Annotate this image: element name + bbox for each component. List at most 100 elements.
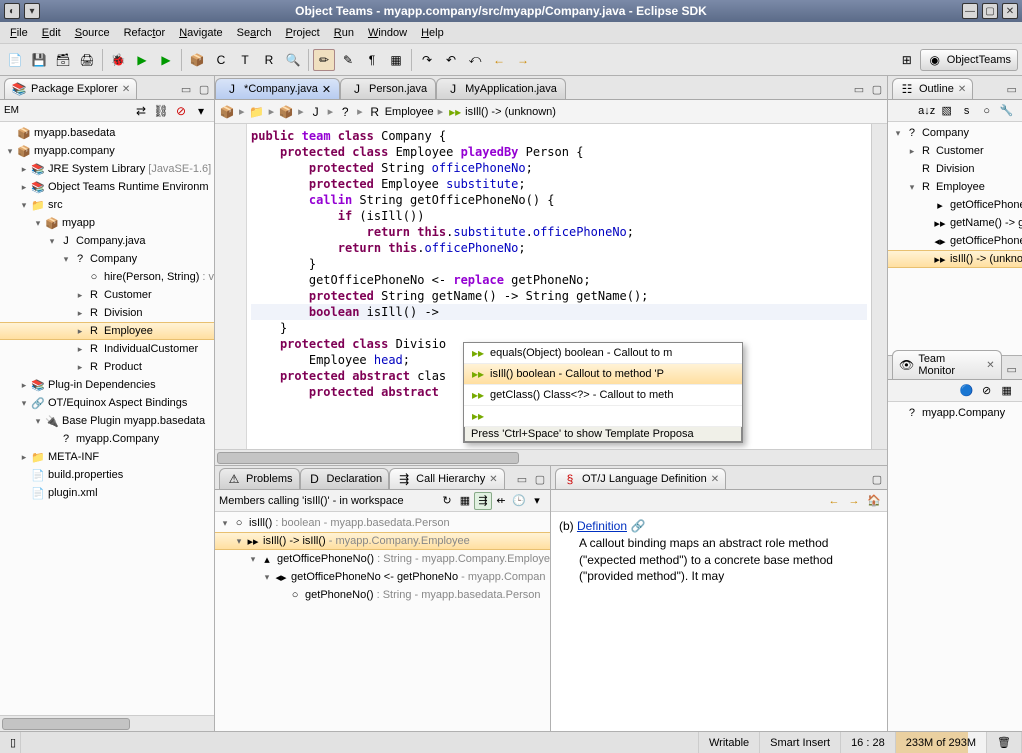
- content-assist-item[interactable]: ▸▸isIll() boolean - Callout to method 'P: [464, 364, 742, 385]
- menu-search[interactable]: Search: [231, 25, 278, 41]
- tree-row[interactable]: ?myapp.Company: [888, 404, 1022, 422]
- tab-problems[interactable]: ⚠ Problems: [219, 468, 299, 489]
- show-whitespace-button[interactable]: ¶: [361, 49, 383, 71]
- save-button[interactable]: 💾: [28, 49, 50, 71]
- tree-row[interactable]: ▸📚Object Teams Runtime Environm: [0, 178, 214, 196]
- run-button[interactable]: ▶: [131, 49, 153, 71]
- refresh-button[interactable]: ▦: [998, 382, 1016, 400]
- open-perspective-button[interactable]: ⊞: [896, 49, 918, 71]
- focus-button[interactable]: ⊘: [172, 102, 190, 120]
- tree-row[interactable]: ▸getOfficePhoneNo: [888, 196, 1022, 214]
- tree-row[interactable]: ▾○isIll() : boolean - myapp.basedata.Per…: [215, 514, 550, 532]
- tree-row[interactable]: RDivision: [888, 160, 1022, 178]
- menu-source[interactable]: Source: [69, 25, 116, 41]
- menu-file[interactable]: File: [4, 25, 34, 41]
- view-menu-button[interactable]: ▾: [528, 492, 546, 510]
- editor-tab-person[interactable]: J Person.java: [340, 78, 436, 99]
- run-last-button[interactable]: ▶: [155, 49, 177, 71]
- content-assist-item[interactable]: ▸▸equals(Object) boolean - Callout to m: [464, 343, 742, 364]
- perspective-objectteams[interactable]: ◉ObjectTeams: [920, 49, 1018, 71]
- vertical-scrollbar[interactable]: [871, 124, 887, 449]
- home-button[interactable]: 🏠: [865, 492, 883, 510]
- tree-row[interactable]: ▸📁META-INF: [0, 448, 214, 466]
- cancel-button[interactable]: ▦: [456, 492, 474, 510]
- tab-package-explorer[interactable]: 📚 Package Explorer ✕: [4, 78, 137, 99]
- tree-row[interactable]: ▸RProduct: [0, 358, 214, 376]
- view-maximize-button[interactable]: ▢: [869, 471, 885, 487]
- hide-non-public-button[interactable]: ○: [978, 102, 996, 120]
- editor-tab-myapplication[interactable]: J MyApplication.java: [436, 78, 566, 99]
- tree-row[interactable]: ▾JCompany.java: [0, 232, 214, 250]
- definition-heading-link[interactable]: Definition: [577, 519, 627, 533]
- toggle-mark-button[interactable]: ✏: [313, 49, 335, 71]
- horizontal-scrollbar[interactable]: [215, 449, 887, 465]
- menu-edit[interactable]: Edit: [36, 25, 67, 41]
- menu-help[interactable]: Help: [415, 25, 450, 41]
- tree-row[interactable]: ▸REmployee: [0, 322, 214, 340]
- view-maximize-button[interactable]: ▢: [869, 81, 885, 97]
- prev-annotation-button[interactable]: ↶: [440, 49, 462, 71]
- hide-local-button[interactable]: 🔧: [998, 102, 1016, 120]
- tree-row[interactable]: ○hire(Person, String) : v: [0, 268, 214, 286]
- print-button[interactable]: 🖨: [76, 49, 98, 71]
- tree-row[interactable]: ▸RDivision: [0, 304, 214, 322]
- sort-button[interactable]: a↓z: [918, 102, 936, 120]
- tree-row[interactable]: ▾📁src: [0, 196, 214, 214]
- tree-row[interactable]: ▾🔌Base Plugin myapp.basedata: [0, 412, 214, 430]
- tree-row[interactable]: ◂▸getOfficePhoneNo: [888, 232, 1022, 250]
- refresh-button[interactable]: ↻: [438, 492, 456, 510]
- menu-navigate[interactable]: Navigate: [173, 25, 228, 41]
- tab-team-monitor[interactable]: 👁 Team Monitor ✕: [892, 350, 1002, 379]
- tab-call-hierarchy[interactable]: ⇶ Call Hierarchy ✕: [389, 468, 504, 489]
- save-all-button[interactable]: 🗃: [52, 49, 74, 71]
- package-explorer-tree[interactable]: 📦myapp.basedata▾📦myapp.company▸📚JRE Syst…: [0, 122, 214, 715]
- new-button[interactable]: 📄: [4, 49, 26, 71]
- forward-button[interactable]: →: [845, 492, 863, 510]
- new-team-button[interactable]: T: [234, 49, 256, 71]
- tab-otj-definition[interactable]: § OT/J Language Definition ✕: [555, 468, 726, 489]
- tree-row[interactable]: ▸📚JRE System Library [JavaSE-1.6]: [0, 160, 214, 178]
- content-assist-item[interactable]: ▸▸getClass() Class<?> - Callout to meth: [464, 385, 742, 406]
- show-selected-button[interactable]: ▦: [385, 49, 407, 71]
- view-maximize-button[interactable]: ▢: [196, 81, 212, 97]
- view-minimize-button[interactable]: ▭: [1004, 361, 1020, 377]
- tree-row[interactable]: ▸RIndividualCustomer: [0, 340, 214, 358]
- tab-declaration[interactable]: D Declaration: [300, 468, 390, 489]
- back-button[interactable]: ←: [488, 49, 510, 71]
- tree-row[interactable]: ▸📚Plug-in Dependencies: [0, 376, 214, 394]
- toggle-block-button[interactable]: ✎: [337, 49, 359, 71]
- menu-window[interactable]: Window: [362, 25, 413, 41]
- view-menu-button[interactable]: ▾: [1018, 102, 1022, 120]
- next-annotation-button[interactable]: ↷: [416, 49, 438, 71]
- close-icon[interactable]: ✕: [711, 474, 719, 485]
- tree-row[interactable]: ▾?Company: [0, 250, 214, 268]
- view-minimize-button[interactable]: ▭: [178, 81, 194, 97]
- view-minimize-button[interactable]: ▭: [1004, 81, 1020, 97]
- link-editor-button[interactable]: ⛓: [152, 102, 170, 120]
- new-class-button[interactable]: C: [210, 49, 232, 71]
- deactivate-button[interactable]: ⊘: [978, 382, 996, 400]
- tree-row[interactable]: ▾🔗OT/Equinox Aspect Bindings: [0, 394, 214, 412]
- view-maximize-button[interactable]: ▢: [532, 471, 548, 487]
- close-icon[interactable]: ✕: [489, 474, 497, 485]
- debug-button[interactable]: 🐞: [107, 49, 129, 71]
- outline-tree[interactable]: ▾?Company▸RCustomerRDivision▾REmployee▸g…: [888, 122, 1022, 355]
- editor-tab-company[interactable]: J *Company.java ✕: [215, 78, 340, 99]
- menu-run[interactable]: Run: [328, 25, 360, 41]
- team-monitor-tree[interactable]: ?myapp.Company: [888, 402, 1022, 731]
- last-edit-button[interactable]: ⤺: [464, 49, 486, 71]
- tree-row[interactable]: ▾📦myapp.company: [0, 142, 214, 160]
- tree-row[interactable]: ○getPhoneNo() : String - myapp.basedata.…: [215, 586, 550, 604]
- close-icon[interactable]: ✕: [986, 360, 994, 371]
- tree-row[interactable]: ▾▸▸isIll() -> isIll() - myapp.Company.Em…: [215, 532, 550, 550]
- view-menu-button[interactable]: ▾: [192, 102, 210, 120]
- history-button[interactable]: 🕒: [510, 492, 528, 510]
- call-hierarchy-tree[interactable]: ▾○isIll() : boolean - myapp.basedata.Per…: [215, 512, 550, 731]
- tree-row[interactable]: 📦myapp.basedata: [0, 124, 214, 142]
- tree-row[interactable]: ▾?Company: [888, 124, 1022, 142]
- menu-project[interactable]: Project: [280, 25, 326, 41]
- callers-mode-button[interactable]: ⇶: [474, 492, 492, 510]
- activate-button[interactable]: 🔵: [958, 382, 976, 400]
- content-assist-item[interactable]: ▸▸: [464, 406, 742, 427]
- tree-row[interactable]: ▾▴getOfficePhoneNo() : String - myapp.Co…: [215, 550, 550, 568]
